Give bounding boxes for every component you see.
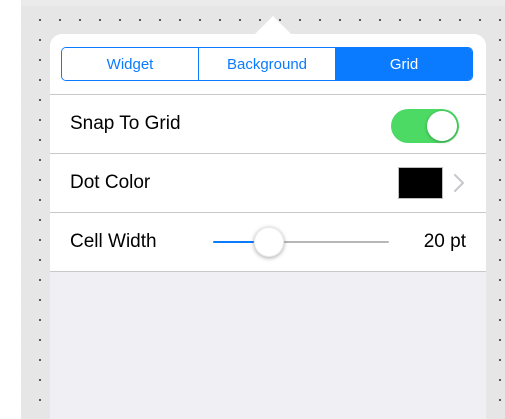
snap-to-grid-row: Snap To Grid <box>50 95 486 153</box>
settings-segmented-control: Widget Background Grid <box>61 47 473 81</box>
cell-width-label: Cell Width <box>70 231 157 252</box>
slider-track-filled <box>213 241 254 243</box>
cell-width-value: 20 pt <box>423 231 466 252</box>
slider-thumb[interactable] <box>254 227 284 257</box>
popover-arrow <box>254 16 292 35</box>
chevron-right-icon[interactable] <box>452 172 466 194</box>
left-margin-strip <box>0 0 21 419</box>
segment-widget[interactable]: Widget <box>62 48 198 80</box>
cell-width-row: Cell Width 20 pt <box>50 212 486 271</box>
segment-grid[interactable]: Grid <box>335 48 472 80</box>
dot-color-swatch[interactable] <box>398 167 443 199</box>
dot-color-label: Dot Color <box>70 172 151 193</box>
snap-to-grid-toggle[interactable] <box>391 109 459 143</box>
snap-to-grid-label: Snap To Grid <box>70 113 181 134</box>
dot-color-row[interactable]: Dot Color <box>50 153 486 212</box>
popover-header: Widget Background Grid <box>50 34 486 95</box>
grid-settings-popover: Widget Background Grid Snap To Grid Dot … <box>50 34 486 419</box>
cell-width-slider[interactable] <box>213 227 389 257</box>
toggle-knob <box>427 111 457 141</box>
slider-track-empty <box>284 241 389 243</box>
segment-background[interactable]: Background <box>198 48 335 80</box>
settings-list: Snap To Grid Dot Color Cell Width 20 pt <box>50 95 486 272</box>
